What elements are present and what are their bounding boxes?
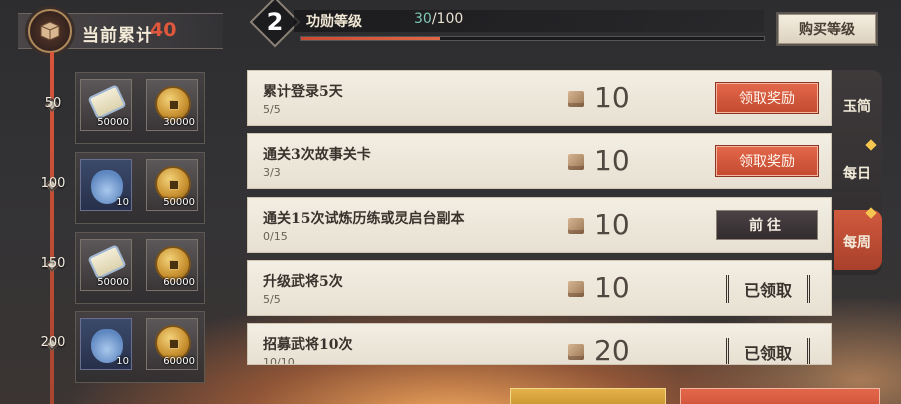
reward-qty: 10 [116,197,129,208]
reward-qty: 10 [116,356,129,367]
reward-qty: 50000 [97,277,129,288]
merit-box-icon [568,91,584,107]
task-title: 通关15次试炼历练或灵启台副本 [263,211,465,227]
milestone-reward-card[interactable]: 10 50000 [75,152,205,224]
level-title: 功勋等级 [306,14,362,30]
scroll-icon [87,244,127,280]
merit-box-icon [568,218,584,234]
reward-qty: 60000 [163,277,195,288]
level-progress-text: 30/100 [414,11,463,27]
tab-weekly[interactable]: 每周 [836,232,878,252]
task-row: 通关3次故事关卡 3/3 10 领取奖励 [247,133,832,189]
task-reward-value: 10 [594,81,630,114]
milestone-label: 150 [40,256,66,271]
claim-reward-button[interactable]: 领取奖励 [716,83,818,113]
reward-slot[interactable]: 50000 [146,159,198,211]
tab-daily[interactable]: 每日 [836,163,878,183]
level-title-bar [294,10,764,32]
reward-slot[interactable]: 60000 [146,318,198,370]
merit-box-icon [568,344,584,360]
reward-slot[interactable]: 60000 [146,239,198,291]
bottom-gold-button[interactable] [510,388,666,404]
box-icon [40,21,60,41]
claimed-status: 已领取 [726,275,810,303]
level-progress-fill [301,37,440,40]
milestone-label: 100 [40,176,66,191]
claimed-status: 已领取 [726,338,810,364]
level-progress-bar [300,36,765,41]
merit-box-icon [568,154,584,170]
reward-qty: 50000 [97,117,129,128]
task-title: 累计登录5天 [263,84,343,100]
level-max: /100 [431,11,464,27]
merit-box-icon [568,281,584,297]
task-title: 招募武将10次 [263,337,353,353]
reward-slot[interactable]: 10 [80,318,132,370]
task-reward-value: 10 [594,271,630,304]
task-reward-value: 10 [594,144,630,177]
task-progress: 5/5 [263,293,281,306]
reward-qty: 60000 [163,356,195,367]
scroll-icon [87,84,127,120]
milestone-reward-card[interactable]: 50000 60000 [75,232,205,304]
milestone-reward-card[interactable]: 50000 30000 [75,72,205,144]
task-reward-value: 20 [594,334,630,365]
task-progress: 3/3 [263,166,281,179]
reward-slot[interactable]: 10 [80,159,132,211]
reward-slot[interactable]: 50000 [80,239,132,291]
task-row: 招募武将10次 10/10 20 已领取 [247,323,832,365]
milestone-label: 200 [40,335,66,350]
task-progress: 5/5 [263,103,281,116]
milestone-reward-card[interactable]: 10 60000 [75,311,205,383]
buy-level-button[interactable]: 购买等级 [778,14,876,44]
total-value: 40 [150,19,177,41]
task-row: 通关15次试炼历练或灵启台副本 0/15 10 前往 [247,197,832,253]
reward-qty: 50000 [163,197,195,208]
task-title: 通关3次故事关卡 [263,147,371,163]
merit-emblem-icon [28,9,72,53]
task-reward-value: 10 [594,208,630,241]
reward-slot[interactable]: 30000 [146,79,198,131]
task-progress: 10/10 [263,356,295,365]
level-current: 30 [414,11,432,27]
tab-jade-slip[interactable]: 玉简 [836,96,878,116]
task-title: 升级武将5次 [263,274,343,290]
task-row: 升级武将5次 5/5 10 已领取 [247,260,832,316]
level-number: 2 [266,8,284,36]
task-progress: 0/15 [263,230,288,243]
claim-reward-button[interactable]: 领取奖励 [716,146,818,176]
reward-slot[interactable]: 50000 [80,79,132,131]
milestone-label: 50 [44,96,62,111]
total-label: 当前累计 [82,26,154,46]
bottom-red-button[interactable] [680,388,880,404]
task-row: 累计登录5天 5/5 10 领取奖励 [247,70,832,126]
go-button[interactable]: 前往 [716,210,818,240]
reward-qty: 30000 [163,117,195,128]
